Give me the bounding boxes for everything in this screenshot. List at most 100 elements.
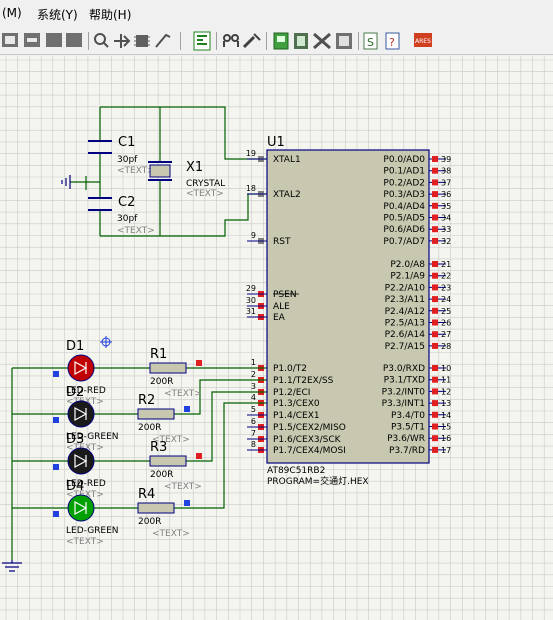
menu-item-help[interactable]: 帮助(H) [89, 6, 131, 23]
menu-item-system[interactable]: 系统(Y) [37, 6, 78, 23]
u1-pin-number: 6 [251, 417, 256, 426]
pan-icon[interactable] [114, 34, 131, 48]
u1-pin-name: P2.0/A8 [390, 260, 425, 270]
u1-pin-marker[interactable] [432, 307, 438, 314]
mcu-u1[interactable]: U1 AT89C51RB2 PROGRAM=交通灯.HEX 19XTAL118X… [246, 135, 451, 487]
u1-pin-number: 14 [441, 411, 451, 420]
x1-text: <TEXT> [186, 189, 224, 199]
u1-pin-number: 22 [441, 272, 451, 281]
u1-pin-name: XTAL2 [273, 190, 301, 200]
led-ref: D4 [66, 479, 84, 494]
ares-icon[interactable]: ARES [414, 33, 432, 47]
zoom-icon[interactable] [94, 33, 109, 48]
menu-item-mode[interactable]: (M) [2, 6, 22, 20]
u1-pin-number: 36 [441, 190, 451, 199]
u1-pin-marker[interactable] [432, 214, 438, 221]
u1-pin-marker[interactable] [432, 423, 438, 430]
help-icon[interactable]: S [363, 32, 378, 50]
bom-icon[interactable] [294, 33, 308, 49]
u1-program: PROGRAM=交通灯.HEX [267, 475, 369, 487]
u1-pin-marker[interactable] [432, 446, 438, 453]
u1-pin-marker[interactable] [432, 272, 438, 279]
u1-pin-name: P0.0/AD0 [383, 155, 425, 165]
export-icon[interactable] [336, 33, 352, 49]
u1-pin-number: 15 [441, 423, 451, 432]
u1-pin-marker[interactable] [432, 202, 438, 209]
find-icon[interactable] [223, 34, 239, 47]
u1-pin-marker[interactable] [432, 284, 438, 291]
grid-icon[interactable] [2, 33, 18, 47]
u1-pin-marker[interactable] [432, 237, 438, 244]
toolbar: S ? ARES [0, 28, 553, 55]
u1-pin-marker[interactable] [432, 167, 438, 174]
u1-pin-number: 9 [251, 231, 256, 240]
netlist-icon[interactable] [273, 32, 289, 50]
u1-pin-number: 26 [441, 319, 451, 328]
u1-pin-marker[interactable] [432, 179, 438, 186]
u1-pin-name: P3.3/INT1 [382, 399, 425, 409]
u1-pin-marker[interactable] [432, 342, 438, 349]
u1-pin-name: P2.7/A15 [385, 342, 425, 352]
fill-icon[interactable] [46, 33, 62, 47]
toolbar-icons: S ? ARES [2, 31, 432, 51]
u1-pin-name: P2.2/A10 [385, 283, 426, 293]
u1-pin-number: 1 [251, 358, 256, 367]
led-ref: D2 [66, 385, 84, 400]
box-icon[interactable] [66, 33, 82, 47]
u1-pin-number: 8 [251, 440, 256, 449]
u1-pin-marker[interactable] [432, 388, 438, 395]
u1-pin-marker[interactable] [432, 331, 438, 338]
led-ref: D1 [66, 339, 84, 354]
u1-pin-marker[interactable] [432, 226, 438, 233]
u1-pin-marker[interactable] [432, 365, 438, 371]
u1-pin-marker[interactable] [432, 156, 438, 162]
u1-pin-number: 13 [441, 399, 451, 408]
u1-pin-name: P3.0/RXD [383, 364, 425, 374]
u1-pin-number: 33 [441, 225, 451, 234]
u1-pin-name: P3.7/RD [389, 446, 425, 456]
u1-pin-marker[interactable] [432, 319, 438, 326]
u1-pin-name: P1.0/T2 [273, 364, 307, 374]
u1-pin-marker[interactable] [432, 261, 438, 267]
u1-pin-name: P0.1/AD1 [383, 167, 425, 177]
u1-pin-number: 34 [441, 214, 451, 223]
u1-pin-name: P0.5/AD5 [383, 214, 425, 224]
resistor-value: 200R [150, 470, 173, 480]
u1-pin-name: EA [273, 313, 286, 323]
report-icon[interactable] [313, 32, 331, 50]
resistor-ref: R4 [138, 487, 155, 502]
u1-pin-marker[interactable] [432, 296, 438, 303]
schematic-canvas[interactable]: C1 30pf <TEXT> C2 30pf <TEXT> X1 CRYSTAL… [0, 56, 553, 620]
u1-pin-marker[interactable] [432, 411, 438, 418]
u1-pin-marker[interactable] [432, 435, 438, 442]
u1-pin-number: 24 [441, 295, 451, 304]
u1-pin-name: P2.3/A11 [385, 295, 425, 305]
component-icon[interactable] [134, 35, 150, 47]
u1-pin-number: 17 [441, 446, 451, 455]
stretch-icon[interactable] [24, 33, 40, 47]
u1-pin-number: 4 [251, 393, 256, 402]
u1-pin-number: 7 [251, 429, 256, 438]
wire-icon[interactable] [155, 33, 171, 48]
u1-part: AT89C51RB2 [267, 466, 325, 476]
x1-ref: X1 [186, 160, 203, 175]
c2-value: 30pf [117, 214, 138, 224]
u1-pin-marker[interactable] [432, 376, 438, 383]
u1-pin-name: RST [273, 237, 291, 247]
u1-pin-marker[interactable] [432, 400, 438, 407]
u1-pin-number: 38 [441, 167, 451, 176]
u1-pin-name: P1.5/CEX2/MISO [273, 423, 346, 433]
u1-pin-name: P1.6/CEX3/SCK [273, 435, 342, 445]
u1-pin-name: P0.2/AD2 [383, 178, 425, 188]
u1-pin-name: P3.2/INT0 [382, 387, 426, 397]
u1-pin-name: P0.3/AD3 [383, 190, 425, 200]
resistor-ref: R1 [150, 347, 167, 362]
c1-ref: C1 [118, 135, 135, 150]
design-icon[interactable] [193, 31, 211, 51]
u1-pin-number: 3 [251, 382, 256, 391]
sim-icon[interactable]: ? [385, 32, 400, 50]
u1-pin-number: 27 [441, 330, 451, 339]
u1-pin-marker[interactable] [432, 191, 438, 198]
tools-icon[interactable] [242, 33, 261, 49]
u1-pin-number: 39 [441, 155, 451, 164]
